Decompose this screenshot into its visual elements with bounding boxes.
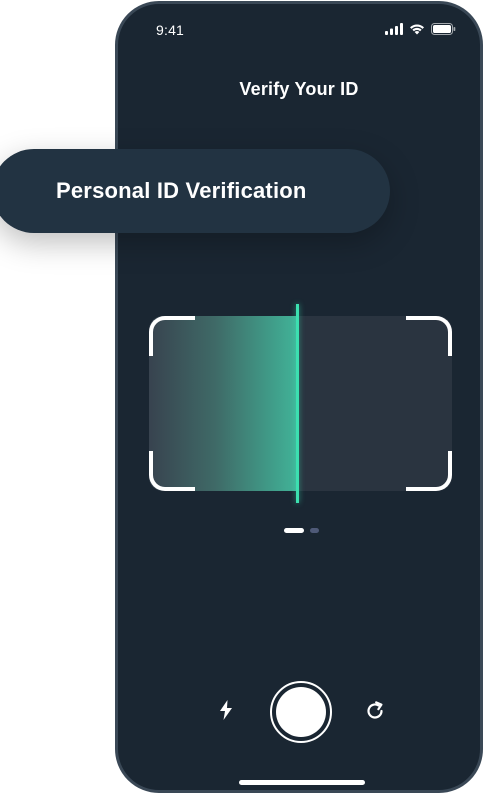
refresh-icon xyxy=(364,700,386,727)
refresh-button[interactable] xyxy=(363,700,387,727)
feature-callout: Personal ID Verification xyxy=(0,149,390,233)
corner-bracket-bottom-right xyxy=(406,451,452,491)
signal-icon xyxy=(385,23,403,35)
page-dot-active xyxy=(284,528,304,533)
shutter-inner xyxy=(276,687,326,737)
battery-icon xyxy=(431,23,456,35)
status-time: 9:41 xyxy=(156,22,185,38)
id-scan-frame xyxy=(149,304,452,503)
wifi-icon xyxy=(409,23,425,35)
scan-line xyxy=(296,304,299,503)
page-indicator xyxy=(284,528,319,533)
status-icons xyxy=(385,23,456,35)
corner-bracket-top-left xyxy=(149,316,195,356)
screen-title: Verify Your ID xyxy=(239,79,359,99)
flash-button[interactable] xyxy=(214,699,238,725)
corner-bracket-bottom-left xyxy=(149,451,195,491)
page-dot xyxy=(310,528,319,533)
shutter-button[interactable] xyxy=(270,681,332,743)
flash-icon xyxy=(219,699,233,725)
corner-bracket-top-right xyxy=(406,316,452,356)
callout-text: Personal ID Verification xyxy=(56,178,307,203)
app-stage: 9:41 Verify Your ID Personal ID Verifica… xyxy=(0,0,486,796)
home-indicator xyxy=(239,780,365,785)
